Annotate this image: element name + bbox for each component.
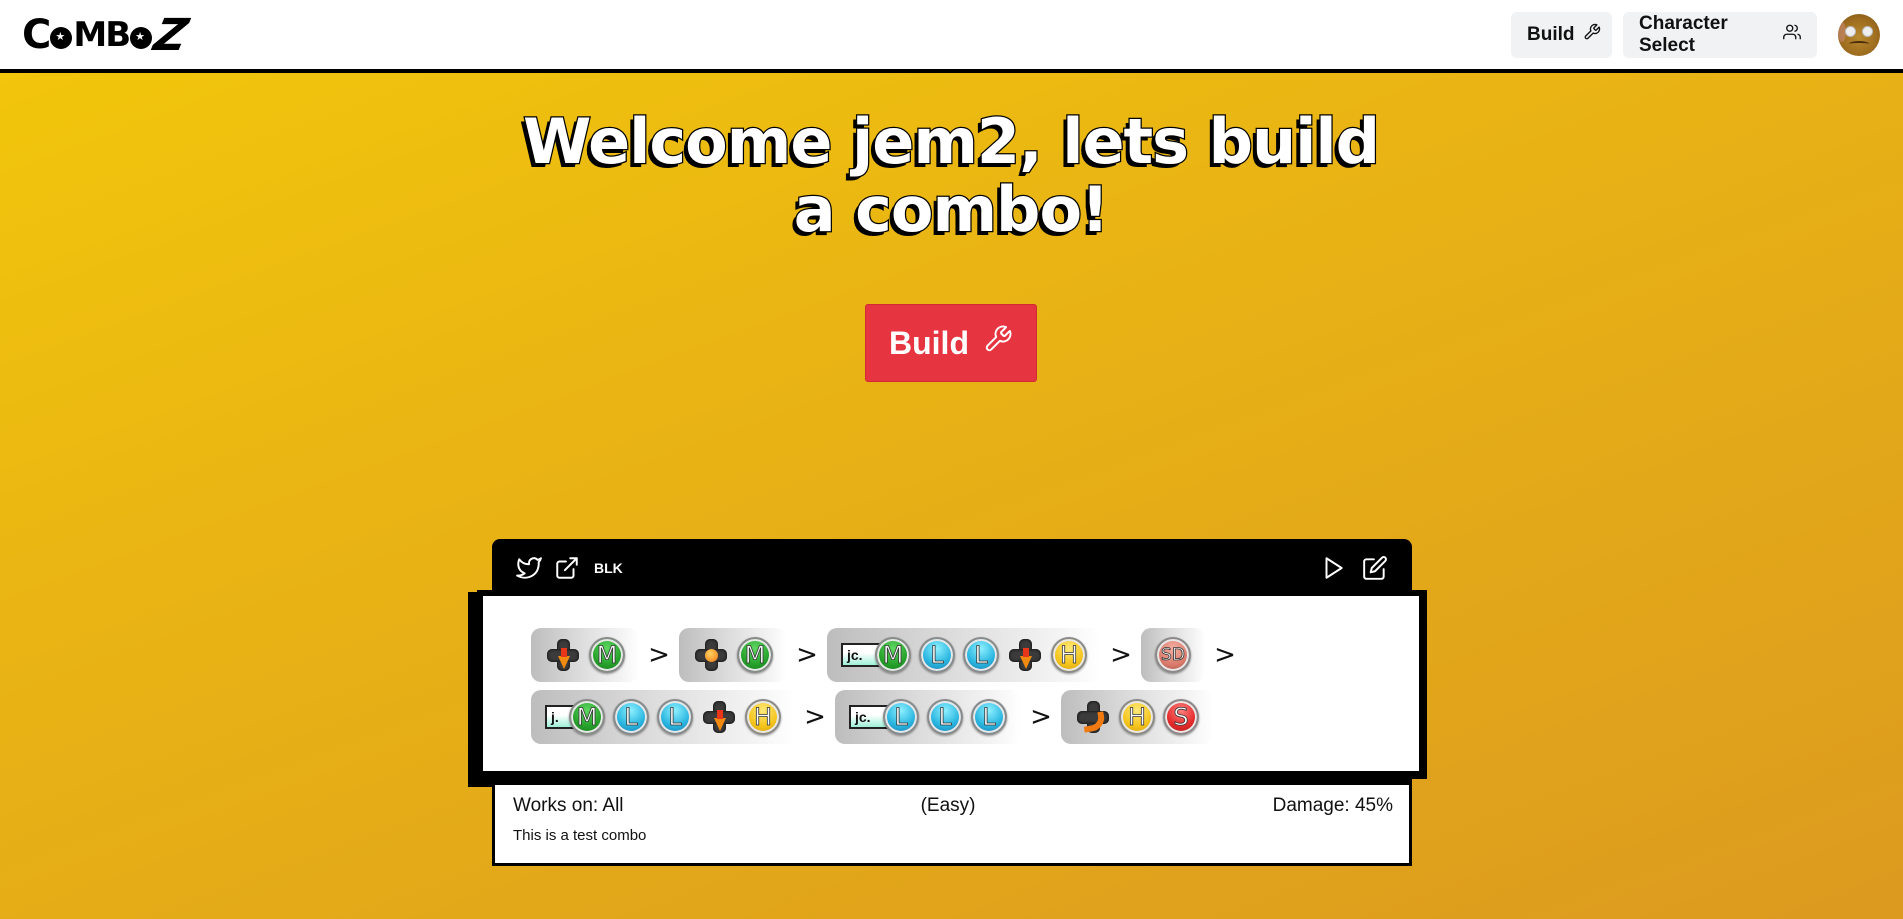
combo-card-footer: Works on: All (Easy) Damage: 45% This is… <box>492 785 1412 866</box>
attack-button-s-icon: S <box>1163 699 1199 735</box>
sequence-arrow-icon: > <box>648 640 670 670</box>
attack-button-l-icon: L <box>883 699 919 735</box>
dragonball-icon <box>50 27 73 49</box>
welcome-heading: Welcome jem2, lets build a combo! <box>451 105 1451 246</box>
nav-character-select-label: Character Select <box>1639 13 1728 56</box>
combo-segment[interactable]: M <box>531 628 639 682</box>
sequence-arrow-icon: > <box>796 640 818 670</box>
attack-button-l-icon: L <box>613 699 649 735</box>
sequence-arrow-icon: > <box>1214 640 1236 670</box>
combo-segment[interactable]: jc. L L L <box>835 690 1021 744</box>
twitter-icon[interactable] <box>516 555 542 581</box>
dpad-down-icon <box>545 637 581 673</box>
combo-row: j. M L L H > jc. L L L > H S <box>531 690 1419 744</box>
dpad-down-icon <box>1007 637 1043 673</box>
sequence-arrow-icon: > <box>1110 640 1132 670</box>
attack-button-m-icon: M <box>589 637 625 673</box>
attack-button-sd-icon: SD <box>1155 637 1191 673</box>
combo-segment[interactable]: jc. M L L H <box>827 628 1101 682</box>
attack-button-l-icon: L <box>971 699 1007 735</box>
top-navbar: CMBZ Build Character Select <box>0 0 1903 73</box>
combo-segment[interactable]: M <box>679 628 787 682</box>
dpad-neutral-icon <box>693 637 729 673</box>
edit-icon[interactable] <box>1362 555 1388 581</box>
combo-segment[interactable]: SD <box>1141 628 1205 682</box>
sequence-arrow-icon: > <box>804 702 826 732</box>
wrench-icon <box>983 324 1013 362</box>
attack-button-h-icon: H <box>745 699 781 735</box>
dragonball-icon <box>130 27 153 49</box>
attack-button-l-icon: L <box>963 637 999 673</box>
attack-button-m-icon: M <box>875 637 911 673</box>
attack-button-l-icon: L <box>927 699 963 735</box>
combo-card-header: BLK <box>492 539 1412 597</box>
user-avatar[interactable] <box>1838 14 1880 56</box>
damage-text: Damage: 45% <box>1272 795 1393 816</box>
dpad-down-icon <box>701 699 737 735</box>
combo-row: M > M > jc. M L L H > SD > <box>531 628 1419 682</box>
works-on-text: Works on: All <box>513 795 624 816</box>
nav-build-button[interactable]: Build <box>1511 12 1612 58</box>
wrench-icon <box>1583 23 1601 47</box>
dpad-quarter-circle-forward-icon <box>1075 699 1111 735</box>
difficulty-text: (Easy) <box>920 795 976 816</box>
comboz-logo[interactable]: CMBZ <box>22 10 190 61</box>
welcome-heading-line1: Welcome jem2, lets build <box>522 105 1382 178</box>
attack-button-m-icon: M <box>737 637 773 673</box>
combo-description: This is a test combo <box>513 827 647 844</box>
combo-sequence: M > M > jc. M L L H > SD > j. M L L H > jc. L L L > H S <box>483 596 1419 771</box>
combo-segment[interactable]: j. M L L H <box>531 690 795 744</box>
character-tag: BLK <box>594 560 623 576</box>
welcome-heading-line2: a combo! <box>792 173 1110 246</box>
build-combo-label: Build <box>889 324 969 361</box>
nav-build-label: Build <box>1527 24 1575 45</box>
sequence-arrow-icon: > <box>1030 702 1052 732</box>
build-combo-button[interactable]: Build <box>865 304 1037 382</box>
external-link-icon[interactable] <box>554 555 580 581</box>
attack-button-l-icon: L <box>919 637 955 673</box>
combo-box: M > M > jc. M L L H > SD > j. M L L H > jc. L L L > H S <box>477 590 1427 779</box>
users-icon <box>1783 23 1801 47</box>
play-icon[interactable] <box>1320 555 1346 581</box>
attack-button-h-icon: H <box>1119 699 1155 735</box>
attack-button-m-icon: M <box>569 699 605 735</box>
attack-button-l-icon: L <box>657 699 693 735</box>
combo-segment[interactable]: HS <box>1061 690 1213 744</box>
attack-button-h-icon: H <box>1051 637 1087 673</box>
nav-character-select-button[interactable]: Character Select <box>1623 12 1817 58</box>
